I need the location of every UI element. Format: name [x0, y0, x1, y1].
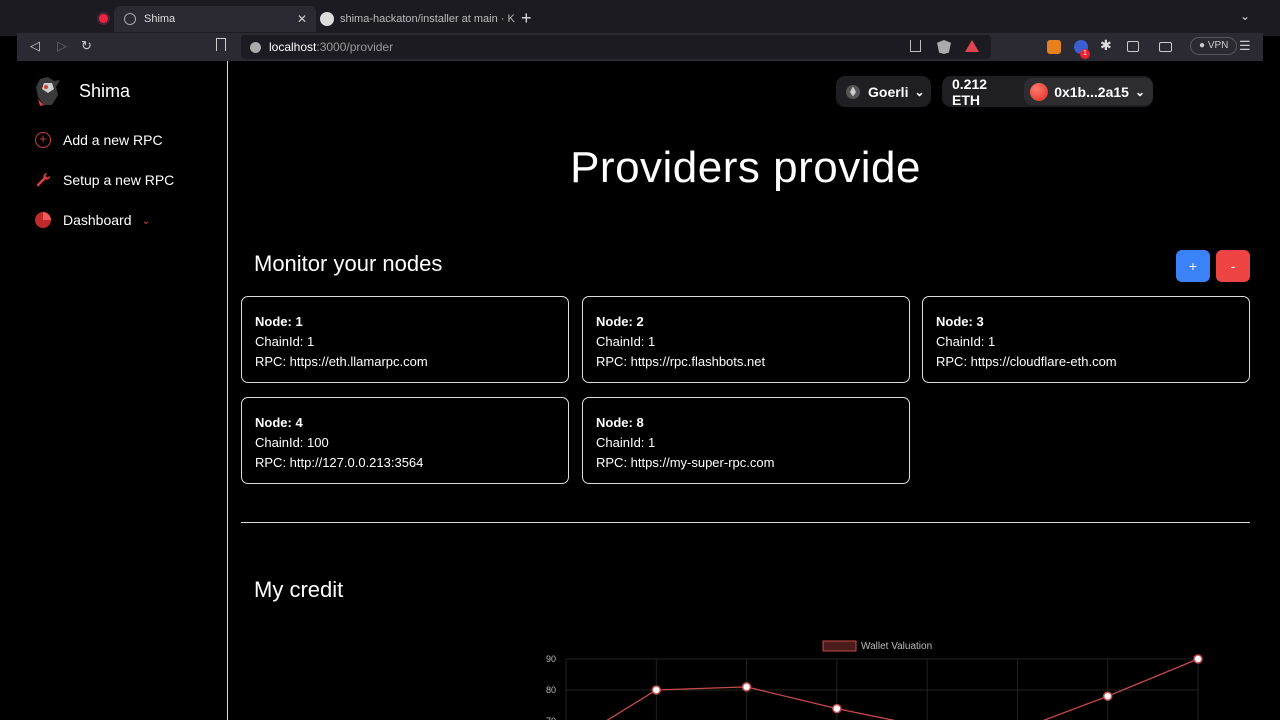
main-content: Goerli ⌄ 0.212 ETH 0x1b...2a15 ⌄ Provide…: [228, 61, 1263, 720]
close-icon[interactable]: ✕: [294, 12, 310, 26]
y-tick-label: 70: [546, 716, 556, 720]
node-rpc: RPC: https://rpc.flashbots.net: [596, 354, 766, 369]
y-tick-label: 80: [546, 685, 556, 695]
url-host: localhost: [269, 40, 317, 54]
node-card[interactable]: Node: 8 ChainId: 1 RPC: https://my-super…: [582, 397, 910, 484]
menu-icon[interactable]: ☰: [1239, 38, 1251, 54]
node-id: Node: 8: [596, 415, 644, 430]
node-card[interactable]: Node: 4 ChainId: 100 RPC: http://127.0.0…: [241, 397, 569, 484]
node-chain-id: ChainId: 1: [255, 334, 315, 349]
wrench-icon: [34, 171, 52, 189]
data-point: [1193, 654, 1203, 664]
pie-chart-icon: [34, 211, 52, 229]
brave-rewards-icon[interactable]: [965, 40, 979, 52]
brave-shields-icon[interactable]: [937, 40, 951, 54]
node-chain-id: ChainId: 1: [936, 334, 996, 349]
sidebar-item-dashboard[interactable]: Dashboard ⌄: [34, 211, 151, 229]
ethereum-icon: [846, 84, 860, 99]
data-point: [1102, 691, 1113, 701]
monitor-heading: Monitor your nodes: [254, 251, 443, 276]
recording-indicator-icon: [99, 14, 108, 23]
y-tick-label: 90: [546, 654, 556, 664]
page-title: Providers provide: [570, 143, 921, 192]
url-path: :3000/provider: [316, 40, 394, 54]
browser-tab-bar: Shima ✕ shima-hackaton/installer at main…: [0, 0, 1280, 36]
node-chain-id: ChainId: 1: [596, 334, 656, 349]
forward-icon[interactable]: ▷: [57, 38, 67, 54]
section-divider: [241, 522, 1250, 523]
tab-shima[interactable]: Shima ✕: [114, 6, 316, 32]
chevron-down-icon[interactable]: ⌄: [1240, 9, 1250, 23]
github-icon: [320, 12, 334, 26]
node-chain-id: ChainId: 1: [596, 435, 656, 450]
brand-name: Shima: [79, 81, 131, 101]
wallet-address: 0x1b...2a15: [1054, 83, 1129, 100]
sidebar: Shima + Add a new RPC Setup a new RPC Da…: [17, 61, 228, 720]
wallet-valuation-chart: Wallet Valuation 90 80 70: [546, 640, 1203, 720]
node-chain-id: ChainId: 100: [255, 435, 329, 450]
network-name: Goerli: [868, 83, 909, 100]
sidebar-icon[interactable]: [1127, 41, 1139, 52]
puzzle-icon[interactable]: ✱: [1100, 37, 1114, 53]
share-icon[interactable]: [910, 40, 921, 52]
node-id: Node: 1: [255, 314, 303, 329]
sidebar-item-label: Setup a new RPC: [63, 172, 175, 188]
sidebar-item-label: Dashboard: [63, 212, 132, 228]
node-rpc: RPC: https://my-super-rpc.com: [596, 455, 775, 470]
data-point: [651, 685, 662, 695]
sidebar-item-setup-rpc[interactable]: Setup a new RPC: [34, 171, 174, 189]
globe-icon: [124, 13, 136, 25]
wallet-balance: 0.212 ETH: [952, 75, 988, 108]
browser-toolbar: ◁ ▷ ↻ localhost:3000/provider 1 ✱ ● VPN …: [17, 33, 1263, 61]
wallet-icon[interactable]: [1159, 42, 1172, 52]
node-id: Node: 2: [596, 314, 644, 329]
node-card[interactable]: Node: 2 ChainId: 1 RPC: https://rpc.flas…: [582, 296, 910, 383]
account-button[interactable]: 0.212 ETH 0x1b...2a15 ⌄: [942, 75, 1153, 108]
reload-icon[interactable]: ↻: [81, 38, 92, 54]
legend-label: Wallet Valuation: [861, 641, 932, 652]
extension-badge: 1: [1080, 49, 1090, 59]
remove-node-button[interactable]: -: [1216, 250, 1250, 282]
address-bar[interactable]: localhost:3000/provider: [241, 35, 991, 59]
legend-swatch: [822, 640, 857, 652]
vpn-button[interactable]: ● VPN: [1190, 37, 1238, 55]
bookmark-icon[interactable]: [216, 38, 226, 51]
chevron-down-icon: ⌄: [914, 84, 925, 99]
shima-logo-icon: [36, 77, 60, 106]
back-icon[interactable]: ◁: [30, 38, 40, 54]
add-node-button[interactable]: +: [1176, 250, 1210, 282]
chevron-down-icon: ⌄: [1134, 84, 1145, 99]
plus-circle-icon: +: [34, 131, 52, 149]
site-info-icon[interactable]: [250, 41, 261, 53]
node-rpc: RPC: https://cloudflare-eth.com: [936, 354, 1117, 369]
sidebar-item-add-rpc[interactable]: + Add a new RPC: [34, 131, 163, 149]
node-rpc: RPC: http://127.0.0.213:3564: [255, 455, 424, 470]
wallet-address-button[interactable]: 0x1b...2a15 ⌄: [1024, 78, 1153, 105]
credit-heading: My credit: [254, 577, 344, 602]
node-card[interactable]: Node: 3 ChainId: 1 RPC: https://cloudfla…: [922, 296, 1250, 383]
node-card[interactable]: Node: 1 ChainId: 1 RPC: https://eth.llam…: [241, 296, 569, 383]
avatar: [1030, 82, 1049, 101]
app: Shima + Add a new RPC Setup a new RPC Da…: [17, 61, 1263, 720]
node-id: Node: 3: [936, 314, 984, 329]
node-rpc: RPC: https://eth.llamarpc.com: [255, 354, 428, 369]
data-point: [741, 682, 752, 692]
new-tab-button[interactable]: +: [521, 8, 532, 29]
sidebar-item-label: Add a new RPC: [63, 132, 163, 148]
chevron-down-icon[interactable]: ⌄: [142, 214, 151, 227]
metamask-icon[interactable]: [1047, 40, 1061, 54]
tab-github[interactable]: shima-hackaton/installer at main · K: [316, 6, 516, 32]
network-selector[interactable]: Goerli ⌄: [836, 76, 931, 107]
tab-title: Shima: [144, 13, 176, 25]
node-id: Node: 4: [255, 415, 303, 430]
data-point: [832, 703, 842, 714]
tab-title: shima-hackaton/installer at main · K: [340, 13, 515, 25]
